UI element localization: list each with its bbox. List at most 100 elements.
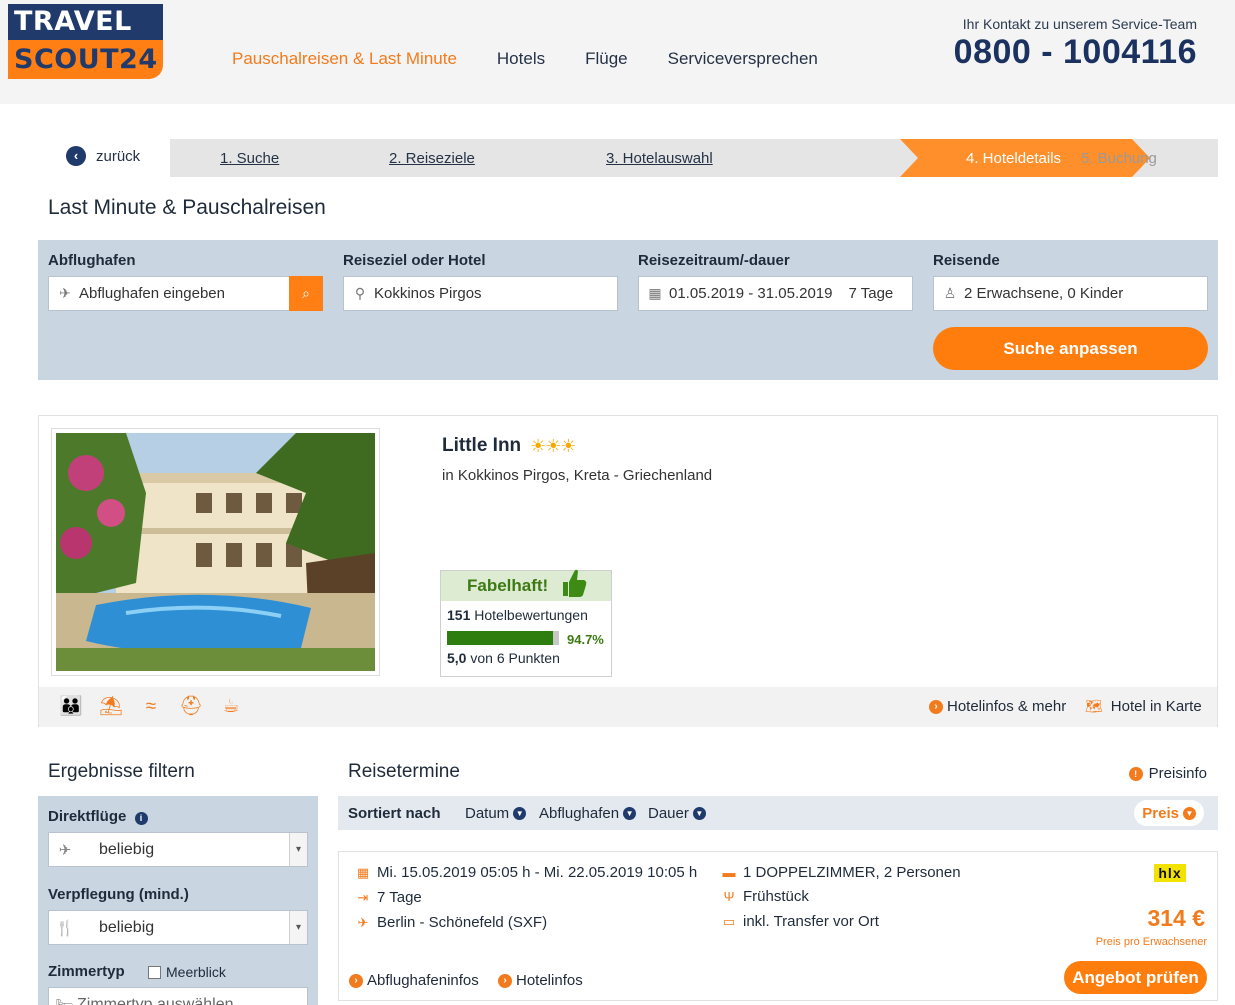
offer-room-text: 1 DOPPELZIMMER, 2 Personen — [743, 864, 961, 881]
chevron-down-icon: ▾ — [289, 911, 307, 944]
sea-view-checkbox[interactable]: Meerblick — [148, 964, 226, 980]
person-icon: ♙ — [943, 285, 957, 301]
sort-datum[interactable]: Datum ▼ — [465, 805, 527, 822]
sea-view-label: Meerblick — [166, 964, 226, 980]
step-hotelauswahl[interactable]: 3. Hotelauswahl — [606, 150, 713, 167]
plane-icon: ✈ — [357, 914, 369, 930]
travelers-input[interactable]: ♙ 2 Erwachsene, 0 Kinder — [933, 276, 1208, 311]
hotel-info-link[interactable]: › Hotelinfos & mehr — [929, 698, 1066, 715]
hotel-photo[interactable] — [51, 428, 380, 676]
sort-dauer[interactable]: Dauer ▼ — [648, 805, 706, 822]
search-submit-button[interactable]: Suche anpassen — [933, 327, 1208, 370]
room-type-select[interactable]: 🛏 Zimmertyp auswählen — [48, 987, 308, 1005]
sort-dauer-label: Dauer — [648, 805, 689, 822]
hlx-operator-logo: hlx — [1154, 864, 1186, 882]
destination-value: Kokkinos Pirgos — [374, 285, 482, 302]
offer-transfer-text: inkl. Transfer vor Ort — [743, 913, 879, 930]
cutlery-icon: Ψ — [723, 889, 735, 904]
contact-phone[interactable]: 0800 - 1004116 — [954, 33, 1197, 72]
filter-panel: Direktflüge i ✈ beliebig ▾ Verpflegung (… — [38, 796, 318, 1005]
calendar-icon: ▦ — [648, 285, 662, 301]
board-select[interactable]: 🍴 beliebig ▾ — [48, 910, 308, 945]
airport-placeholder: Abflughafen eingeben — [79, 285, 225, 302]
nav-serviceversprechen[interactable]: Serviceversprechen — [668, 49, 818, 69]
rating-header: Fabelhaft! — [441, 569, 611, 601]
direct-flights-label-text: Direktflüge — [48, 808, 127, 825]
airport-input[interactable]: ✈ Abflughafen eingeben ⌕ — [48, 276, 323, 311]
plane-icon: ✈ — [59, 285, 71, 301]
bed-icon: 🛏 — [55, 996, 75, 1005]
sort-abflughafen[interactable]: Abflughafen ▼ — [539, 805, 637, 822]
map-icon: 🗺 — [1085, 698, 1103, 714]
service-contact: Ihr Kontakt zu unserem Service-Team 0800… — [954, 16, 1197, 72]
direct-flights-select[interactable]: ✈ beliebig ▾ — [48, 832, 308, 867]
chevron-down-icon: ▼ — [692, 807, 706, 820]
offer-hotel-info-link[interactable]: › Hotelinfos — [498, 972, 583, 989]
check-offer-button[interactable]: Angebot prüfen — [1064, 961, 1207, 994]
chevron-right-icon: › — [498, 973, 512, 988]
plane-icon: ✈ — [58, 842, 72, 859]
nav-hotels[interactable]: Hotels — [497, 49, 545, 69]
chevron-down-icon: ▼ — [623, 807, 637, 820]
chevron-down-icon: ▼ — [513, 807, 527, 820]
offer-airport-text: Berlin - Schönefeld (SXF) — [377, 914, 548, 931]
step-suche[interactable]: 1. Suche — [220, 150, 279, 167]
hotel-location: in Kokkinos Pirgos, Kreta - Griechenland — [442, 467, 713, 484]
duration-value: 7 Tage — [848, 285, 894, 302]
search-panel: Abflughafen ✈ Abflughafen eingeben ⌕ Rei… — [38, 240, 1218, 380]
logo-line-2: SCOUT24 — [8, 40, 163, 79]
sort-bar: Sortiert nach Datum ▼ Abflughafen ▼ Daue… — [338, 796, 1218, 830]
score-label: von 6 Punkten — [470, 650, 560, 666]
offer-card: ▦ Mi. 15.05.2019 05:05 h - Mi. 22.05.201… — [338, 851, 1218, 1001]
sort-preis-active[interactable]: Preis ▼ — [1134, 800, 1204, 826]
score-value: 5,0 — [447, 650, 467, 666]
calendar-icon: ▦ — [356, 864, 370, 880]
board-label: Verpflegung (mind.) — [48, 886, 189, 903]
hotel-info-label: Hotelinfos & mehr — [947, 698, 1067, 715]
airport-info-link[interactable]: › Abflughafeninfos — [349, 972, 479, 989]
period-label: Reisezeitraum/-dauer — [638, 252, 790, 269]
thumbs-up-icon — [563, 569, 587, 597]
travelscout24-logo[interactable]: TRAVEL SCOUT24 — [8, 4, 163, 79]
booking-steps: ‹ zurück 1. Suche 2. Reiseziele 3. Hotel… — [60, 139, 1218, 177]
results-title: Reisetermine — [348, 761, 460, 782]
direct-flights-value: beliebig — [99, 841, 155, 858]
sort-abflughafen-label: Abflughafen — [539, 805, 620, 822]
hotel-map-label: Hotel in Karte — [1110, 698, 1202, 715]
hotel-stars: ☀☀☀ — [530, 436, 576, 456]
period-field-group: Reisezeitraum/-dauer ▦ 01.05.2019 - 31.0… — [638, 252, 913, 311]
airport-info-label: Abflughafeninfos — [367, 972, 479, 989]
back-link[interactable]: ‹ zurück — [66, 146, 140, 166]
checkbox-box[interactable] — [148, 965, 161, 979]
chevron-right-icon: › — [929, 699, 943, 714]
destination-label: Reiseziel oder Hotel — [343, 252, 486, 269]
page-title: Last Minute & Pauschalreisen — [48, 196, 326, 219]
info-icon[interactable]: i — [134, 812, 148, 825]
hotel-map-link[interactable]: 🗺 Hotel in Karte — [1085, 698, 1202, 715]
nav-pauschalreisen[interactable]: Pauschalreisen & Last Minute — [232, 49, 457, 69]
sort-preis-label: Preis — [1142, 804, 1179, 822]
top-header: TRAVEL SCOUT24 Pauschalreisen & Last Min… — [0, 0, 1235, 104]
nav-fluege[interactable]: Flüge — [585, 49, 628, 69]
sort-datum-label: Datum — [465, 805, 510, 822]
offer-board: Ψ Frühstück — [721, 888, 809, 905]
destination-input[interactable]: ⚲ Kokkinos Pirgos — [343, 276, 618, 311]
step-reiseziele[interactable]: 2. Reiseziele — [389, 150, 475, 167]
offer-dates-text: Mi. 15.05.2019 05:05 h - Mi. 22.05.2019 … — [377, 864, 698, 881]
price-info-link[interactable]: ! Preisinfo — [1128, 765, 1207, 782]
period-input[interactable]: ▦ 01.05.2019 - 31.05.2019 7 Tage — [638, 276, 913, 311]
service-bell-icon: ⛑ — [179, 696, 204, 717]
rating-box[interactable]: Fabelhaft! 151 Hotelbewertungen 94.7% 5,… — [440, 569, 612, 677]
destination-field-group: Reiseziel oder Hotel ⚲ Kokkinos Pirgos — [343, 252, 618, 311]
hotel-name: Little Inn — [442, 435, 522, 456]
main-navigation: Pauschalreisen & Last Minute Hotels Flüg… — [232, 49, 858, 69]
score-line: 5,0 von 6 Punkten — [441, 650, 611, 666]
chevron-left-icon: ‹ — [66, 146, 86, 166]
recommendation-bar — [447, 630, 559, 645]
offer-price-note: Preis pro Erwachsener — [1095, 936, 1207, 948]
sort-label: Sortiert nach — [348, 805, 441, 822]
review-count-line: 151 Hotelbewertungen — [441, 607, 611, 623]
swimming-icon: ≈ — [145, 696, 157, 717]
search-icon[interactable]: ⌕ — [289, 276, 323, 311]
airport-label: Abflughafen — [48, 252, 136, 269]
